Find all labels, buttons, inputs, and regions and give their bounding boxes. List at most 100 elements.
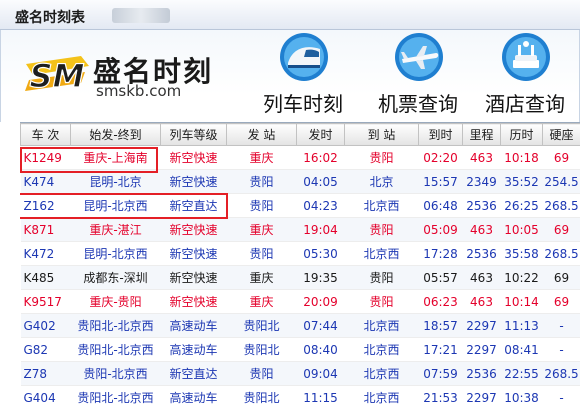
table-cell: 17:21 bbox=[418, 337, 463, 362]
column-header[interactable]: 始发-终到 bbox=[70, 123, 161, 146]
table-cell: 北京 bbox=[344, 169, 419, 194]
table-cell: 19:35 bbox=[296, 265, 345, 290]
table-cell: 昆明-北京西 bbox=[70, 241, 161, 266]
table-row[interactable]: G82 贵阳北-北京西 高速动车 贵阳北 08:40 北京西 17:21 2297 08:41- bbox=[20, 337, 580, 362]
table-cell: 268.5 bbox=[542, 241, 580, 266]
table-cell: 35:58 bbox=[500, 241, 543, 266]
table-row[interactable]: Z162 昆明-北京西 新空直达 贵阳 04:23 北京西 06:48 2536 26:25 26… bbox=[20, 193, 580, 218]
table-cell: 贵阳 bbox=[226, 241, 297, 266]
train-number-cell[interactable]: K472 bbox=[20, 241, 71, 266]
table-row[interactable]: K472 昆明-北京西 新空快速 贵阳 05:30 北京西 17:28 2536 35:58 26… bbox=[20, 241, 580, 266]
table-cell: 北京西 bbox=[344, 385, 419, 404]
table-cell: 10:14 bbox=[500, 289, 543, 314]
table-row[interactable]: Z78 贵阳-北京西 新空直达 贵阳 09:04 北京西 07:59 2536 22:55 268… bbox=[20, 361, 580, 386]
table-cell: 16:02 bbox=[296, 145, 345, 170]
table-cell: 06:23 bbox=[418, 289, 463, 314]
nav-hotel-search[interactable]: 酒店查询 bbox=[471, 32, 579, 120]
table-row[interactable]: K871 重庆-湛江 新空快速 重庆 19:04 贵阳 05:09 463 10:05 69 bbox=[20, 217, 580, 242]
table-row[interactable]: K9517 重庆-贵阳 新空快速 重庆 20:09 贵阳 06:23 463 10:14 69 bbox=[20, 289, 580, 314]
table-row[interactable]: K1249 重庆-上海南 新空快速 重庆 16:02 贵阳 02:20 463 10:18 69 bbox=[20, 145, 580, 170]
table-cell: 重庆-上海南 bbox=[70, 145, 161, 170]
table-cell: 463 bbox=[462, 265, 501, 290]
train-number-cell[interactable]: Z78 bbox=[20, 361, 71, 386]
train-number-cell[interactable]: G404 bbox=[20, 385, 71, 404]
column-header[interactable]: 列车等级 bbox=[160, 123, 227, 146]
nav-train-label: 列车时刻 bbox=[263, 92, 343, 116]
table-cell: 26:25 bbox=[500, 193, 543, 218]
table-cell: - bbox=[542, 313, 580, 338]
table-cell: 昆明-北京西 bbox=[70, 193, 161, 218]
table-cell: 新空快速 bbox=[160, 169, 227, 194]
table-cell: 07:59 bbox=[418, 361, 463, 386]
table-cell: 04:23 bbox=[296, 193, 345, 218]
table-body: K1249 重庆-上海南 新空快速 重庆 16:02 贵阳 02:20 463 10:18 69 K… bbox=[20, 145, 580, 404]
train-number-cell[interactable]: G402 bbox=[20, 313, 71, 338]
table-cell: 10:22 bbox=[500, 265, 543, 290]
column-header[interactable]: 历时 bbox=[500, 123, 543, 146]
schedule-table: 车 次 始发-终到 列车等级 发 站 发时 到 站 到时 里程 历时 硬座 K1… bbox=[20, 123, 580, 404]
table-cell: 05:57 bbox=[418, 265, 463, 290]
table-cell: 北京西 bbox=[344, 241, 419, 266]
table-cell: 贵阳北 bbox=[226, 313, 297, 338]
train-number-cell[interactable]: K871 bbox=[20, 217, 71, 242]
train-number-cell[interactable]: K9517 bbox=[20, 289, 71, 314]
nav-train-schedule[interactable]: 列车时刻 bbox=[249, 32, 357, 120]
nav-hotel-label: 酒店查询 bbox=[485, 92, 565, 116]
column-header[interactable]: 硬座 bbox=[542, 123, 580, 146]
table-cell: 新空快速 bbox=[160, 265, 227, 290]
table-cell: 贵阳-北京西 bbox=[70, 361, 161, 386]
column-header[interactable]: 里程 bbox=[462, 123, 501, 146]
column-header[interactable]: 到时 bbox=[418, 123, 463, 146]
table-cell: - bbox=[542, 385, 580, 404]
table-cell: 463 bbox=[462, 145, 501, 170]
table-cell: 贵阳北 bbox=[226, 385, 297, 404]
column-header[interactable]: 发时 bbox=[296, 123, 345, 146]
table-cell: 成都东-深圳 bbox=[70, 265, 161, 290]
table-cell: 重庆-贵阳 bbox=[70, 289, 161, 314]
table-cell: 北京西 bbox=[344, 313, 419, 338]
table-cell: 19:04 bbox=[296, 217, 345, 242]
table-cell: 05:30 bbox=[296, 241, 345, 266]
column-header[interactable]: 发 站 bbox=[226, 123, 297, 146]
train-number-cell[interactable]: K485 bbox=[20, 265, 71, 290]
table-cell: 新空直达 bbox=[160, 193, 227, 218]
table-cell: 贵阳北-北京西 bbox=[70, 385, 161, 404]
table-cell: 11:15 bbox=[296, 385, 345, 404]
window-title: 盛名时刻表 bbox=[15, 10, 85, 26]
train-number-cell[interactable]: K474 bbox=[20, 169, 71, 194]
table-row[interactable]: G404 贵阳北-北京西 高速动车 贵阳北 11:15 北京西 21:53 2297 10:38… bbox=[20, 385, 580, 404]
table-cell: 2297 bbox=[462, 385, 501, 404]
table-cell: 2536 bbox=[462, 241, 501, 266]
table-cell: 新空快速 bbox=[160, 145, 227, 170]
table-cell: 重庆 bbox=[226, 217, 297, 242]
table-cell: 贵阳 bbox=[226, 361, 297, 386]
train-number-cell[interactable]: K1249 bbox=[20, 145, 71, 170]
table-cell: 贵阳北-北京西 bbox=[70, 313, 161, 338]
sm-logo-icon: SM bbox=[25, 56, 89, 96]
table-cell: 贵阳 bbox=[344, 289, 419, 314]
table-cell: 69 bbox=[542, 217, 580, 242]
table-cell: 18:57 bbox=[418, 313, 463, 338]
nav-flight-search[interactable]: 机票查询 bbox=[364, 32, 472, 120]
table-cell: - bbox=[542, 337, 580, 362]
table-cell: 高速动车 bbox=[160, 337, 227, 362]
table-cell: 69 bbox=[542, 265, 580, 290]
table-row[interactable]: G402 贵阳北-北京西 高速动车 贵阳北 07:44 北京西 18:57 2297 11:13… bbox=[20, 313, 580, 338]
column-header[interactable]: 车 次 bbox=[20, 123, 71, 146]
table-cell: 69 bbox=[542, 289, 580, 314]
table-cell: 05:09 bbox=[418, 217, 463, 242]
table-cell: 463 bbox=[462, 289, 501, 314]
table-cell: 08:40 bbox=[296, 337, 345, 362]
table-cell: 贵阳 bbox=[344, 217, 419, 242]
table-cell: 贵阳北 bbox=[226, 337, 297, 362]
column-header[interactable]: 到 站 bbox=[344, 123, 419, 146]
table-row[interactable]: K474 昆明-北京 新空快速 贵阳 04:05 北京 15:57 2349 35:52 254.… bbox=[20, 169, 580, 194]
train-number-cell[interactable]: G82 bbox=[20, 337, 71, 362]
train-icon bbox=[280, 33, 328, 81]
table-cell: 04:05 bbox=[296, 169, 345, 194]
train-number-cell[interactable]: Z162 bbox=[20, 193, 71, 218]
table-row[interactable]: K485 成都东-深圳 新空快速 重庆 19:35 贵阳 05:57 463 10:22 69 bbox=[20, 265, 580, 290]
table-cell: 268.5 bbox=[542, 193, 580, 218]
table-cell: 重庆 bbox=[226, 145, 297, 170]
table-cell: 重庆 bbox=[226, 265, 297, 290]
